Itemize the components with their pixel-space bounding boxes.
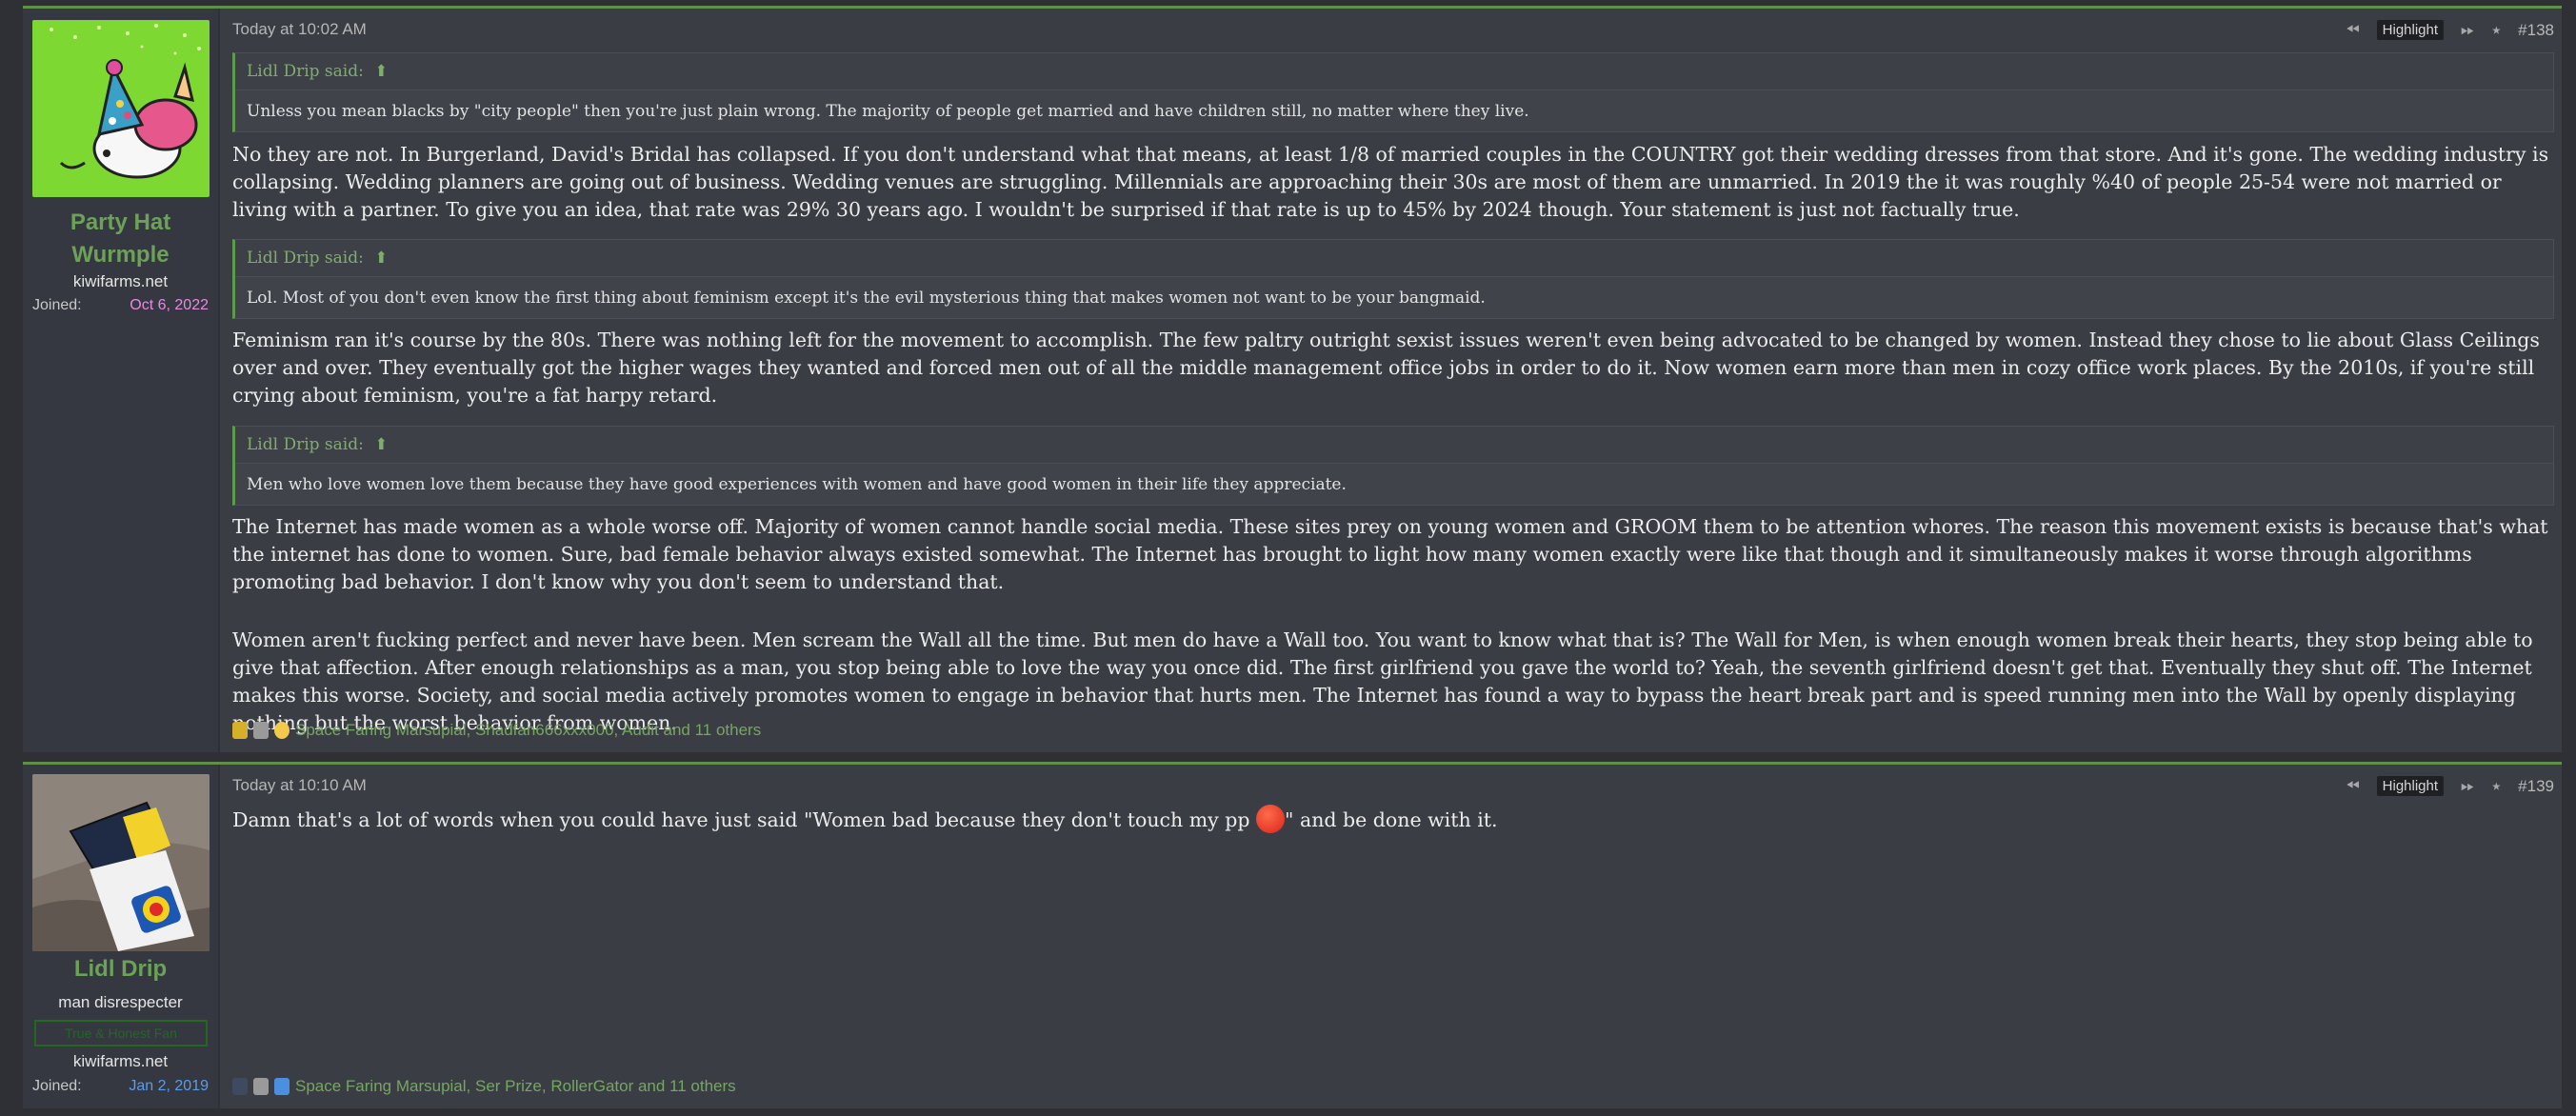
jump-to-quote-icon[interactable]: ⬆︎ [374,435,388,454]
previous-post-icon[interactable]: ⏪︎ [2346,20,2359,40]
post-timestamp[interactable]: Today at 10:10 AM [232,776,367,795]
post-paragraph: Feminism ran it's course by the 80s. The… [232,329,2540,407]
quote-header: Lidl Drip said: ⬆︎ [235,240,2553,277]
post-body-text-end: " and be done with it. [1285,808,1498,831]
hat-reaction-icon [232,1078,248,1095]
post-paragraph: No they are not. In Burgerland, David's … [232,143,2549,221]
pineapple-reaction-icon [232,722,248,739]
reactions-bar[interactable]: Space Faring Marsupial, Shadfan666xxx000… [232,721,761,740]
post-timestamp[interactable]: Today at 10:02 AM [232,20,367,39]
angry-face-icon [1256,804,1286,833]
post-header: Today at 10:10 AM ⏪︎ Highlight ⏩︎ ⭑ #139 [232,776,2554,799]
username-line-1[interactable]: Party Hat [23,207,218,239]
joined-label: Joined: [32,1078,82,1094]
quote-block: Lidl Drip said: ⬆︎ Lol. Most of you don'… [232,239,2554,319]
highlight-button[interactable]: Highlight [2376,20,2445,40]
post-actions: ⏪︎ Highlight ⏩︎ ⭑ #139 [2346,776,2554,796]
quote-author[interactable]: Lidl Drip said: [247,249,364,268]
reactions-list[interactable]: Space Faring Marsupial, Ser Prize, Rolle… [295,1077,736,1096]
user-site: kiwifarms.net [72,1052,169,1070]
quote-text: Unless you mean blacks by "city people" … [247,102,1529,121]
quote-text: Men who love women love them because the… [247,475,1347,494]
next-post-icon[interactable]: ⏩︎ [2461,776,2474,796]
next-post-icon[interactable]: ⏩︎ [2461,20,2474,40]
highlight-button[interactable]: Highlight [2376,776,2445,796]
paper-reaction-icon [253,722,269,739]
avatar-image [32,774,210,951]
quote-text: Lol. Most of you don't even know the fir… [247,289,1486,308]
post-body: Damn that's a lot of words when you coul… [232,804,2554,836]
post-139: Lidl Drip man disrespecter True & Honest… [23,762,2562,1108]
avatar[interactable] [32,20,210,197]
quote-author[interactable]: Lidl Drip said: [247,62,364,81]
joined-date: Oct 6, 2022 [130,297,209,313]
jump-to-quote-icon[interactable]: ⬆︎ [374,62,388,81]
quote-block: Lidl Drip said: ⬆︎ Unless you mean black… [232,52,2554,132]
share-icon[interactable]: ⭑ [2491,776,2501,796]
post-paragraph: The Internet has made women as a whole w… [232,515,2548,593]
quote-header: Lidl Drip said: ⬆︎ [235,53,2553,90]
username[interactable]: Lidl Drip [23,953,218,986]
joined-date: Jan 2, 2019 [129,1078,209,1094]
post-content: Today at 10:02 AM ⏪︎ Highlight ⏩︎ ⭑ #138… [232,9,2554,752]
share-icon[interactable]: ⭑ [2491,20,2501,40]
post-number[interactable]: #139 [2518,777,2554,796]
post-number[interactable]: #138 [2518,21,2554,40]
user-banner: True & Honest Fan [34,1020,208,1046]
reactions-list[interactable]: Space Faring Marsupial, Shadfan666xxx000… [295,721,761,740]
previous-post-icon[interactable]: ⏪︎ [2346,776,2359,796]
username[interactable]: Party Hat Wurmple [23,207,218,271]
user-site: kiwifarms.net [72,272,169,290]
post-138: Party Hat Wurmple kiwifarms.net Joined: … [23,6,2562,752]
quote-header: Lidl Drip said: ⬆︎ [235,427,2553,464]
paper-reaction-icon [253,1078,269,1095]
avatar[interactable] [32,774,210,951]
quote-author[interactable]: Lidl Drip said: [247,435,364,454]
username-line-2[interactable]: Wurmple [23,239,218,271]
reactions-bar[interactable]: Space Faring Marsupial, Ser Prize, Rolle… [232,1077,736,1096]
user-info-column: Lidl Drip man disrespecter True & Honest… [23,765,220,1108]
thumbs-up-reaction-icon [274,1078,290,1095]
joined-label: Joined: [32,297,82,313]
user-title: man disrespecter [58,993,183,1011]
post-content: Today at 10:10 AM ⏪︎ Highlight ⏩︎ ⭑ #139… [232,765,2554,1108]
post-header: Today at 10:02 AM ⏪︎ Highlight ⏩︎ ⭑ #138 [232,20,2554,43]
user-info-column: Party Hat Wurmple kiwifarms.net Joined: … [23,9,220,752]
quote-block: Lidl Drip said: ⬆︎ Men who love women lo… [232,426,2554,506]
avatar-image [32,20,210,197]
post-body-text: Damn that's a lot of words when you coul… [232,808,1257,831]
post-actions: ⏪︎ Highlight ⏩︎ ⭑ #138 [2346,20,2554,40]
jump-to-quote-icon[interactable]: ⬆︎ [374,249,388,268]
thinking-reaction-icon [274,722,290,739]
